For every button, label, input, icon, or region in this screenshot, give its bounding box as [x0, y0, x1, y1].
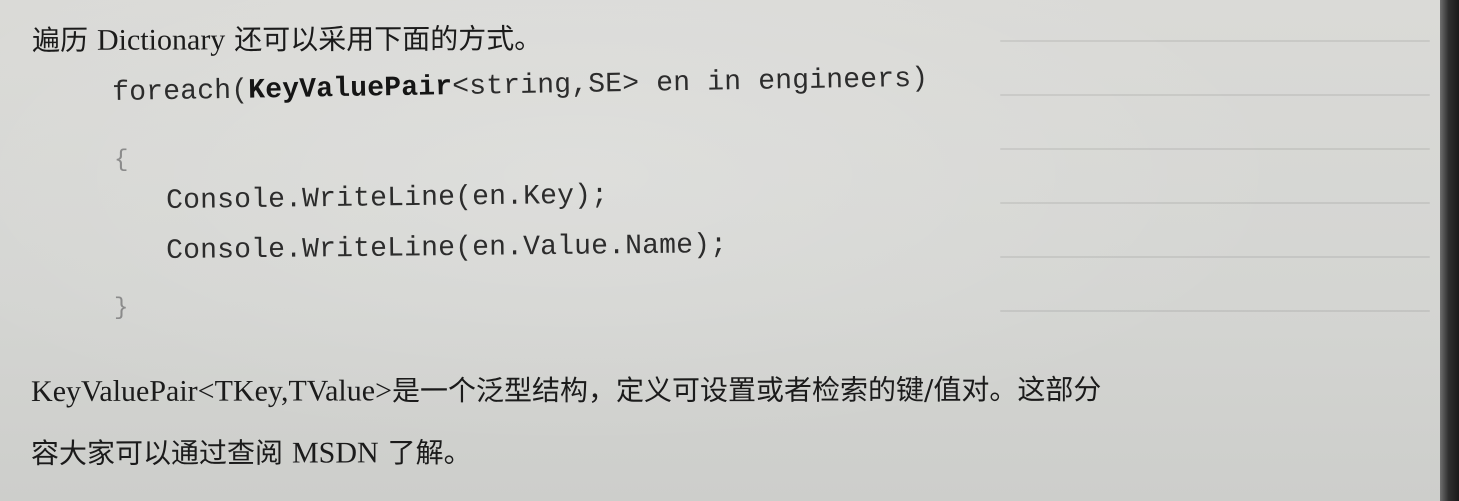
keyvaluepair-type: KeyValuePair — [248, 72, 453, 107]
msdn-line: 容大家可以通过查阅 MSDN 了解。 — [31, 431, 472, 472]
description-suffix: 是一个泛型结构，定义可设置或者检索的键/值对。这部分 — [391, 373, 1102, 408]
foreach-keyword: foreach( — [112, 75, 249, 109]
msdn-suffix: 了解。 — [378, 436, 472, 470]
code-statement-key: Console.WriteLine(en.Key); — [166, 180, 609, 217]
dictionary-term: Dictionary — [96, 23, 226, 57]
binding-shadow — [1440, 0, 1459, 501]
close-brace: } — [114, 295, 129, 322]
show-through-text — [1000, 40, 1430, 370]
document-page: 遍历 Dictionary 还可以采用下面的方式。 foreach(KeyVal… — [0, 0, 1440, 501]
msdn-prefix: 容大家可以通过查阅 — [31, 436, 292, 470]
intro-prefix: 遍历 — [32, 23, 98, 57]
code-statement-value: Console.WriteLine(en.Value.Name); — [166, 230, 728, 267]
generic-structure-term: KeyValuePair<TKey,TValue> — [31, 374, 393, 408]
open-brace: { — [114, 147, 129, 174]
intro-suffix: 还可以采用下面的方式。 — [225, 22, 543, 57]
intro-line: 遍历 Dictionary 还可以采用下面的方式。 — [32, 17, 542, 59]
code-foreach-line: foreach(KeyValuePair<string,SE> en in en… — [112, 64, 929, 109]
description-line: KeyValuePair<TKey,TValue>是一个泛型结构，定义可设置或者… — [31, 368, 1101, 410]
foreach-generic: <string,SE> en in engineers) — [452, 63, 929, 104]
msdn-term: MSDN — [291, 436, 379, 470]
